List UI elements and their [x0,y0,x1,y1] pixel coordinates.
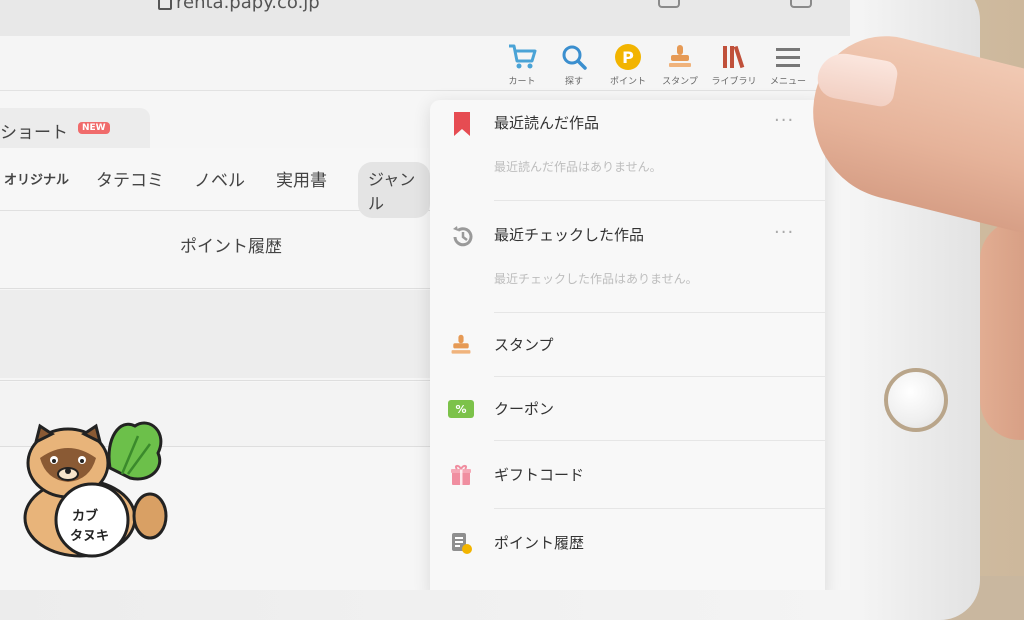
coupon-glyph: % [448,400,474,418]
point-glyph: P [615,44,641,70]
menu-button[interactable]: メニュー [762,42,814,87]
stamp-icon [448,332,474,358]
menu-item-stamp[interactable]: スタンプ [430,320,825,372]
header-toolbar: カート 探す P ポイント スタンプ ライブラリ メニュー [0,36,850,91]
cart-label: カート [508,77,536,87]
recent-checked-more-button[interactable]: ··· [774,222,794,243]
cart-button[interactable]: カート [496,42,548,87]
tablet-screen: renta.papy.co.jp カート 探す P ポイント スタンプ ライブラ… [0,0,850,590]
hand-right [980,220,1024,440]
cart-icon [496,42,548,72]
recent-checked-empty: 最近チェックした作品はありません。 [494,272,698,286]
divider [0,288,430,289]
nav-genre[interactable]: ジャンル [358,162,430,218]
coupon-icon: % [448,396,474,422]
nav-practical[interactable]: 実用書 [276,166,327,191]
hamburger-icon [762,42,814,72]
point-button[interactable]: P ポイント [602,42,654,87]
menu-item-label: ギフトコード [494,466,585,484]
tabs-icon[interactable] [790,0,812,8]
share-icon[interactable] [658,0,680,8]
search-button[interactable]: 探す [548,42,600,87]
lock-icon [158,0,172,10]
recent-read-empty: 最近読んだ作品はありません。 [494,160,662,174]
category-nav: オリジナル タテコミ ノベル 実用書 ジャンル [0,148,430,218]
menu-item-coupon[interactable]: % クーポン [430,384,825,436]
point-icon: P [602,42,654,72]
menu-item-label: ポイント履歴 [494,534,585,552]
menu-label: メニュー [769,77,806,87]
library-label: ライブラリ [711,77,757,87]
menu-dropdown: 最近読んだ作品 ··· 最近読んだ作品はありません。 最近チェックした作品 ··… [430,100,825,590]
new-badge: NEW [78,122,110,134]
stamp-label: スタンプ [662,77,698,87]
recent-read-title: 最近読んだ作品 [494,114,600,132]
mascot-caption-top: カブ [72,509,99,524]
menu-item-label: クーポン [494,400,555,418]
library-icon [708,42,760,72]
divider [0,380,430,381]
menu-divider [494,376,825,377]
menu-item-gift-code[interactable]: ギフトコード [430,450,825,502]
tab-short[interactable]: ショート NEW [0,108,150,148]
bookmark-icon [452,112,472,140]
menu-divider [494,440,825,441]
menu-item-label: スタンプ [494,336,554,354]
page-title: ポイント履歴 [180,237,282,257]
menu-item-point-history[interactable]: ポイント履歴 [430,518,825,570]
home-button[interactable] [884,368,948,432]
stamp-button[interactable]: スタンプ [654,42,706,87]
mascot-caption-bottom: タヌキ [70,529,110,544]
nav-tatekomi[interactable]: タテコミ [96,166,164,191]
menu-divider [494,508,825,509]
url-text[interactable]: renta.papy.co.jp [176,0,320,13]
search-label: 探す [564,77,583,87]
stamp-icon [654,42,706,72]
content-band [0,290,430,378]
menu-divider [494,200,825,201]
recent-read-more-button[interactable]: ··· [774,110,794,131]
recent-checked-title: 最近チェックした作品 [494,226,645,244]
nav-novel[interactable]: ノベル [194,166,245,191]
search-icon [548,42,600,72]
browser-url-bar: renta.papy.co.jp [0,0,850,36]
point-history-icon [448,530,474,556]
gift-icon [448,462,474,488]
menu-divider [494,312,825,313]
point-label: ポイント [609,77,646,87]
library-button[interactable]: ライブラリ [708,42,760,87]
tab-short-label: ショート [0,123,68,143]
nav-original[interactable]: オリジナル [4,169,69,188]
history-icon [450,224,476,254]
